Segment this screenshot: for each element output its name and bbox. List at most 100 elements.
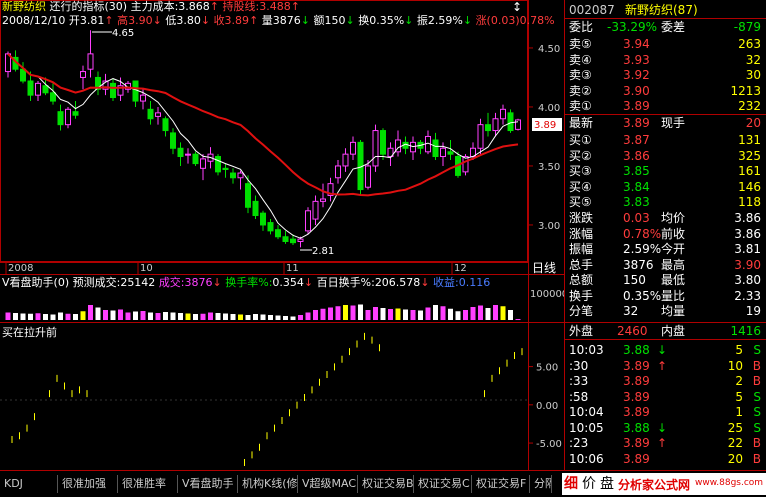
volume-bar[interactable]: [178, 313, 183, 320]
volume-bar[interactable]: [320, 308, 326, 320]
volume-bar[interactable]: [313, 310, 318, 320]
stat-row[interactable]: 总额 150 最低 3.80: [565, 272, 766, 288]
volume-bar[interactable]: [463, 310, 468, 320]
volume-bar[interactable]: [433, 305, 438, 320]
candle-body[interactable]: [380, 130, 386, 155]
volume-bar[interactable]: [440, 306, 446, 320]
ask-row[interactable]: 卖① 3.89 232: [565, 98, 766, 114]
tab-indicator[interactable]: 权证交易B: [358, 475, 414, 493]
candle-body[interactable]: [215, 156, 221, 173]
candle-body[interactable]: [237, 172, 244, 179]
volume-bar[interactable]: [275, 315, 281, 321]
volume-bar[interactable]: [230, 314, 236, 320]
tick-row[interactable]: :30 3.89 ↑ 10 B: [565, 358, 766, 374]
candle-body[interactable]: [162, 118, 169, 132]
stat-row[interactable]: 振幅 2.59% 今开 3.81: [565, 241, 766, 257]
candle-body[interactable]: [432, 139, 439, 158]
formula-name[interactable]: 还行的指标(30): [50, 0, 128, 13]
volume-bar[interactable]: [358, 304, 363, 321]
candle-body[interactable]: [185, 153, 191, 156]
volume-bar[interactable]: [95, 307, 101, 321]
volume-bar[interactable]: [140, 311, 146, 320]
volume-bar[interactable]: [28, 313, 33, 320]
candle-body[interactable]: [372, 130, 379, 167]
volume-bar[interactable]: [395, 308, 401, 321]
volume-bar[interactable]: [118, 309, 123, 321]
tick-row[interactable]: 10:04 3.89 1 S: [565, 404, 766, 420]
volume-bar[interactable]: [470, 307, 476, 320]
candle-body[interactable]: [35, 82, 41, 96]
tab-indicator[interactable]: 权证交易C: [414, 475, 472, 493]
candle-body[interactable]: [177, 147, 184, 158]
candle-body[interactable]: [50, 92, 56, 102]
ask-row[interactable]: 卖④ 3.93 32: [565, 52, 766, 68]
volume-bar[interactable]: [103, 310, 108, 320]
stat-row[interactable]: 涨幅 0.78% 前收 3.86: [565, 226, 766, 242]
tab-indicator[interactable]: 很准加强: [58, 475, 118, 493]
candle-body[interactable]: [170, 132, 176, 149]
volume-bar[interactable]: [283, 316, 288, 320]
volume-bar[interactable]: [223, 313, 228, 321]
candle-body[interactable]: [312, 200, 319, 220]
volume-bar[interactable]: [335, 306, 341, 320]
volume-bar[interactable]: [343, 305, 348, 320]
tab-indicator[interactable]: 分隔: [530, 475, 552, 493]
volume-bar[interactable]: [478, 305, 483, 321]
volume-bar[interactable]: [185, 313, 191, 321]
candle-body[interactable]: [282, 236, 289, 242]
volume-bar[interactable]: [65, 313, 71, 320]
tab-tail-jia[interactable]: 价: [582, 473, 596, 493]
candle-body[interactable]: [132, 80, 139, 102]
volume-bars[interactable]: [5, 304, 521, 321]
candle-body[interactable]: [20, 68, 26, 82]
ask-row[interactable]: 卖② 3.90 1213: [565, 83, 766, 99]
volume-bar[interactable]: [20, 313, 26, 321]
volume-bar[interactable]: [253, 314, 258, 320]
candle-body[interactable]: [350, 141, 356, 155]
candle-body[interactable]: [275, 229, 281, 238]
volume-bar[interactable]: [388, 309, 393, 320]
candle-body[interactable]: [147, 108, 154, 120]
tick-row[interactable]: :33 3.89 2 B: [565, 373, 766, 389]
volume-bar[interactable]: [500, 306, 506, 320]
tick-row[interactable]: 10:05 3.88 ↓ 25 S: [565, 420, 766, 436]
candle-body[interactable]: [65, 108, 71, 126]
volume-bar[interactable]: [148, 312, 153, 321]
volume-bar[interactable]: [200, 313, 206, 320]
tab-indicator[interactable]: KDJ: [0, 475, 58, 493]
ask-row[interactable]: 卖⑤ 3.94 263: [565, 36, 766, 52]
volume-bar[interactable]: [403, 309, 408, 321]
candle-body[interactable]: [80, 71, 86, 78]
candle-body[interactable]: [365, 165, 371, 188]
volume-bar[interactable]: [290, 316, 296, 321]
volume-bar[interactable]: [418, 310, 423, 321]
candle-body[interactable]: [342, 153, 349, 167]
bid-row[interactable]: 买④ 3.84 146: [565, 179, 766, 195]
volume-bar[interactable]: [245, 315, 251, 320]
volume-bar[interactable]: [215, 313, 221, 320]
stat-row[interactable]: 分笔 32 均量 19: [565, 303, 766, 319]
volume-bar[interactable]: [170, 312, 176, 321]
tab-tail-pan[interactable]: 盘: [600, 473, 614, 493]
brand-url[interactable]: www.88gs.com: [695, 478, 763, 488]
volume-bar[interactable]: [238, 314, 243, 321]
volume-bar[interactable]: [328, 307, 333, 321]
candle-body[interactable]: [252, 200, 259, 217]
candle-body[interactable]: [72, 111, 79, 116]
tab-tail-xi[interactable]: 细: [564, 473, 578, 493]
volume-bar[interactable]: [43, 314, 48, 320]
stat-row[interactable]: 总手 3876 最高 3.90: [565, 257, 766, 273]
bid-row[interactable]: 买② 3.86 325: [565, 148, 766, 164]
bid-row[interactable]: 买⑤ 3.83 118: [565, 194, 766, 210]
volume-bar[interactable]: [455, 311, 461, 320]
volume-bar[interactable]: [305, 312, 311, 321]
candlestick-series[interactable]: [5, 30, 521, 248]
stat-row[interactable]: 涨跌 0.03 均价 3.86: [565, 210, 766, 226]
ask-row[interactable]: 卖③ 3.92 30: [565, 67, 766, 83]
vol-indicator-name[interactable]: V看盘助手(0): [2, 276, 69, 289]
volume-bar[interactable]: [13, 313, 18, 320]
candle-body[interactable]: [192, 153, 199, 165]
candle-body[interactable]: [260, 212, 266, 226]
volume-bar[interactable]: [110, 310, 116, 321]
volume-bar[interactable]: [365, 310, 371, 320]
